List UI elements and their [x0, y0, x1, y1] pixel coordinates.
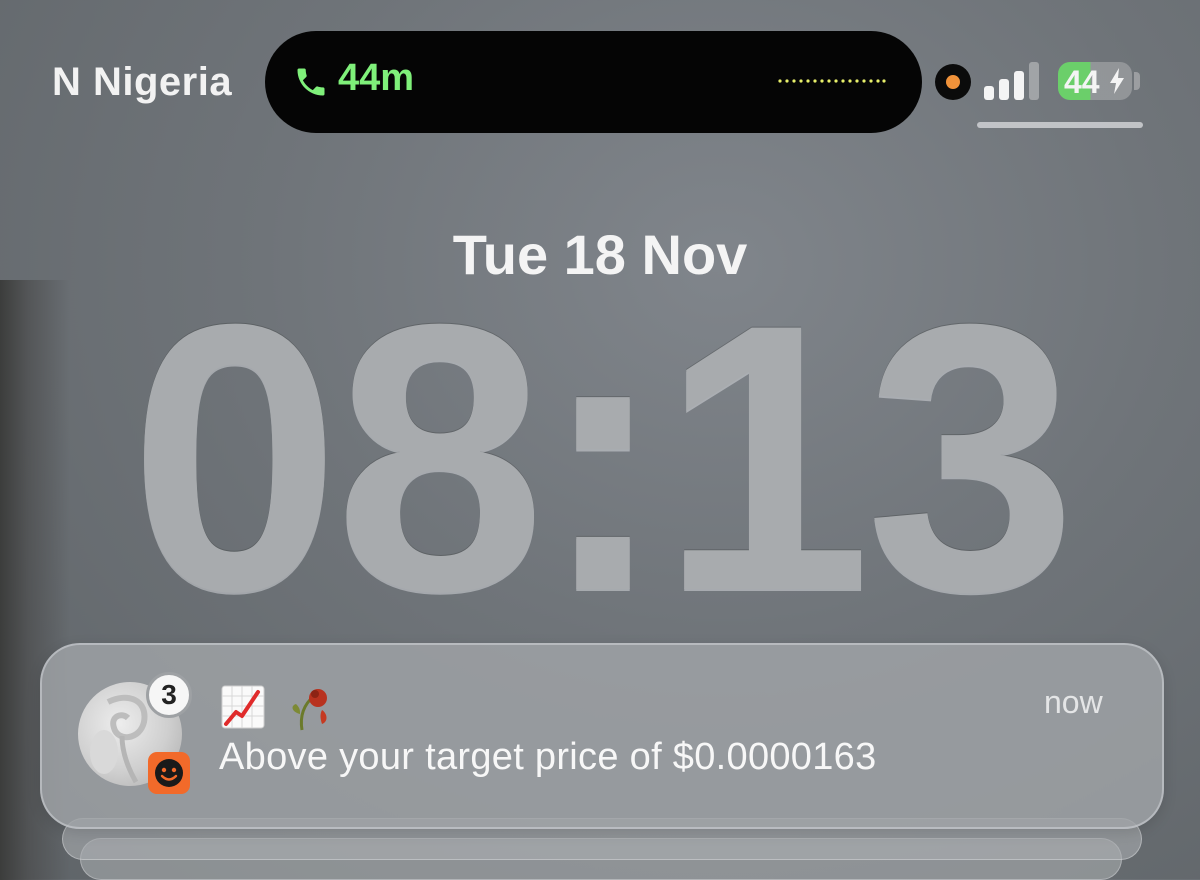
notification-time: now — [1044, 684, 1103, 720]
chart-increasing-emoji — [221, 685, 265, 729]
notification-body: Above your target price of $0.0000163 — [219, 736, 877, 778]
control-center-handle[interactable] — [977, 122, 1143, 128]
audio-wave-icon — [778, 79, 886, 83]
battery-cap — [1134, 72, 1140, 90]
carrier-name: N Nigeria — [52, 60, 233, 104]
smiley-app-icon — [148, 752, 190, 794]
lock-clock: 08:13 — [129, 245, 1077, 670]
notification-count-badge: 3 — [146, 672, 192, 718]
dynamic-island-call[interactable]: 44m — [265, 31, 922, 133]
phone-icon — [297, 68, 325, 96]
wilted-flower-emoji — [292, 689, 328, 731]
recording-indicator-icon — [935, 64, 971, 100]
signal-icon — [984, 62, 1039, 100]
battery-percent: 44 — [1064, 64, 1100, 100]
notification-title-emojis — [220, 684, 354, 731]
call-duration: 44m — [338, 57, 415, 99]
charging-bolt-icon — [1110, 68, 1124, 94]
battery-indicator: 44 — [1058, 62, 1132, 100]
